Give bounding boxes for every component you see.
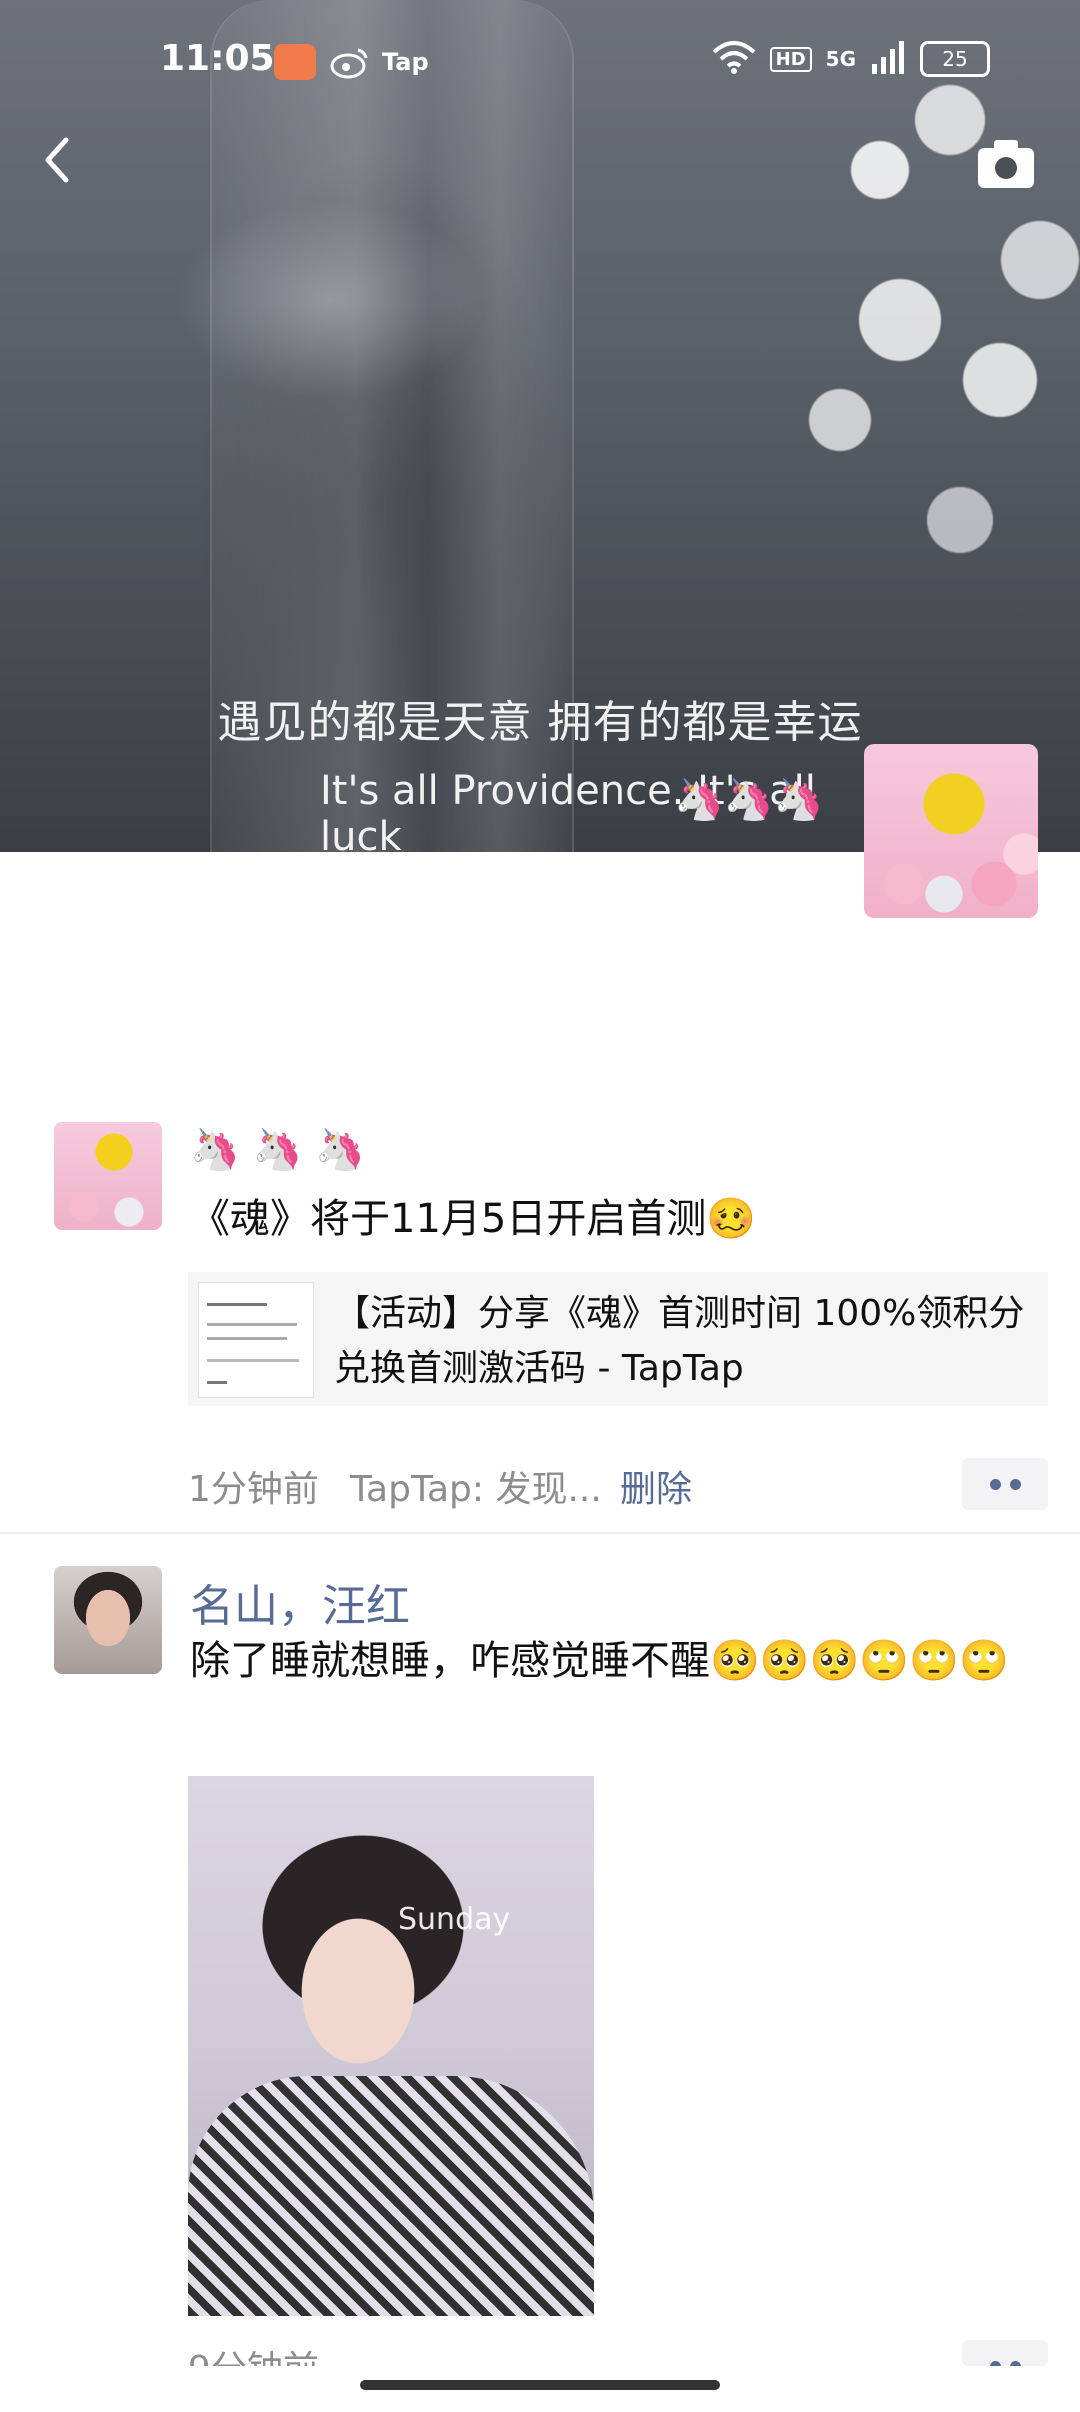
cover-caption-cn: 遇见的都是天意 拥有的都是幸运 — [217, 697, 863, 748]
dot-icon — [1010, 1479, 1021, 1490]
post-source[interactable]: TapTap: 发现... — [350, 1460, 602, 1512]
dot-icon — [1010, 2361, 1021, 2366]
wifi-icon — [712, 40, 756, 78]
more-actions-button[interactable] — [962, 2340, 1048, 2366]
cover-image[interactable]: 遇见的都是天意 拥有的都是幸运 It's all Providence. It'… — [0, 0, 1080, 860]
battery-indicator: 25 — [920, 41, 990, 77]
hd-badge: HD — [769, 46, 812, 72]
avatar-app-icon — [274, 44, 316, 80]
post-author-name[interactable]: 名山，汪红 — [190, 1570, 410, 1634]
profile-avatar[interactable] — [864, 744, 1038, 918]
shared-link-card[interactable]: 【活动】分享《魂》首测时间 100%领积分兑换首测激活码 - TapTap — [188, 1272, 1048, 1406]
post-emoji-line: 🦄 🦄 🦄 — [190, 1127, 365, 1173]
dot-icon — [990, 1479, 1001, 1490]
more-actions-button[interactable] — [962, 1458, 1048, 1510]
post-photo[interactable]: Sunday — [188, 1776, 594, 2316]
photo-subject-jacket — [188, 2076, 594, 2316]
tap-app-icon: Tap — [382, 48, 429, 76]
status-bar: 11:05 Tap HD 5G 25 — [0, 0, 1080, 120]
delete-button[interactable]: 删除 — [620, 1460, 692, 1512]
status-right-group: HD 5G 25 — [712, 40, 990, 78]
link-thumbnail — [198, 1282, 314, 1398]
post-text: 除了睡就想睡，咋感觉睡不醒🥺🥺🥺🙄🙄🙄 — [190, 1638, 1009, 1684]
cover-unicorns: 🦄🦄🦄 — [674, 777, 824, 823]
link-title: 【活动】分享《魂》首测时间 100%领积分兑换首测激活码 - TapTap — [334, 1293, 1025, 1389]
signal-icon — [870, 40, 906, 78]
camera-icon — [978, 140, 1034, 188]
post-author-avatar[interactable] — [54, 1122, 162, 1230]
photo-overlay-text: Sunday — [398, 1902, 511, 1937]
post-text: 《魂》将于11月5日开启首测🥴 — [190, 1196, 757, 1242]
chevron-left-icon — [45, 137, 69, 183]
post-divider — [0, 1532, 1080, 1534]
camera-button[interactable] — [974, 136, 1038, 192]
dot-icon — [990, 2361, 1001, 2366]
back-button[interactable] — [30, 130, 90, 190]
moments-screen: 遇见的都是天意 拥有的都是幸运 It's all Providence. It'… — [0, 0, 1080, 2412]
status-time: 11:05 — [160, 38, 275, 79]
network-5g-label: 5G — [825, 47, 856, 71]
home-indicator[interactable] — [360, 2380, 720, 2390]
post-time: 1分钟前 — [188, 1469, 319, 1510]
post-author-avatar[interactable] — [54, 1566, 162, 1674]
post-time: 9分钟前 — [188, 2340, 319, 2366]
weibo-icon — [330, 44, 370, 80]
